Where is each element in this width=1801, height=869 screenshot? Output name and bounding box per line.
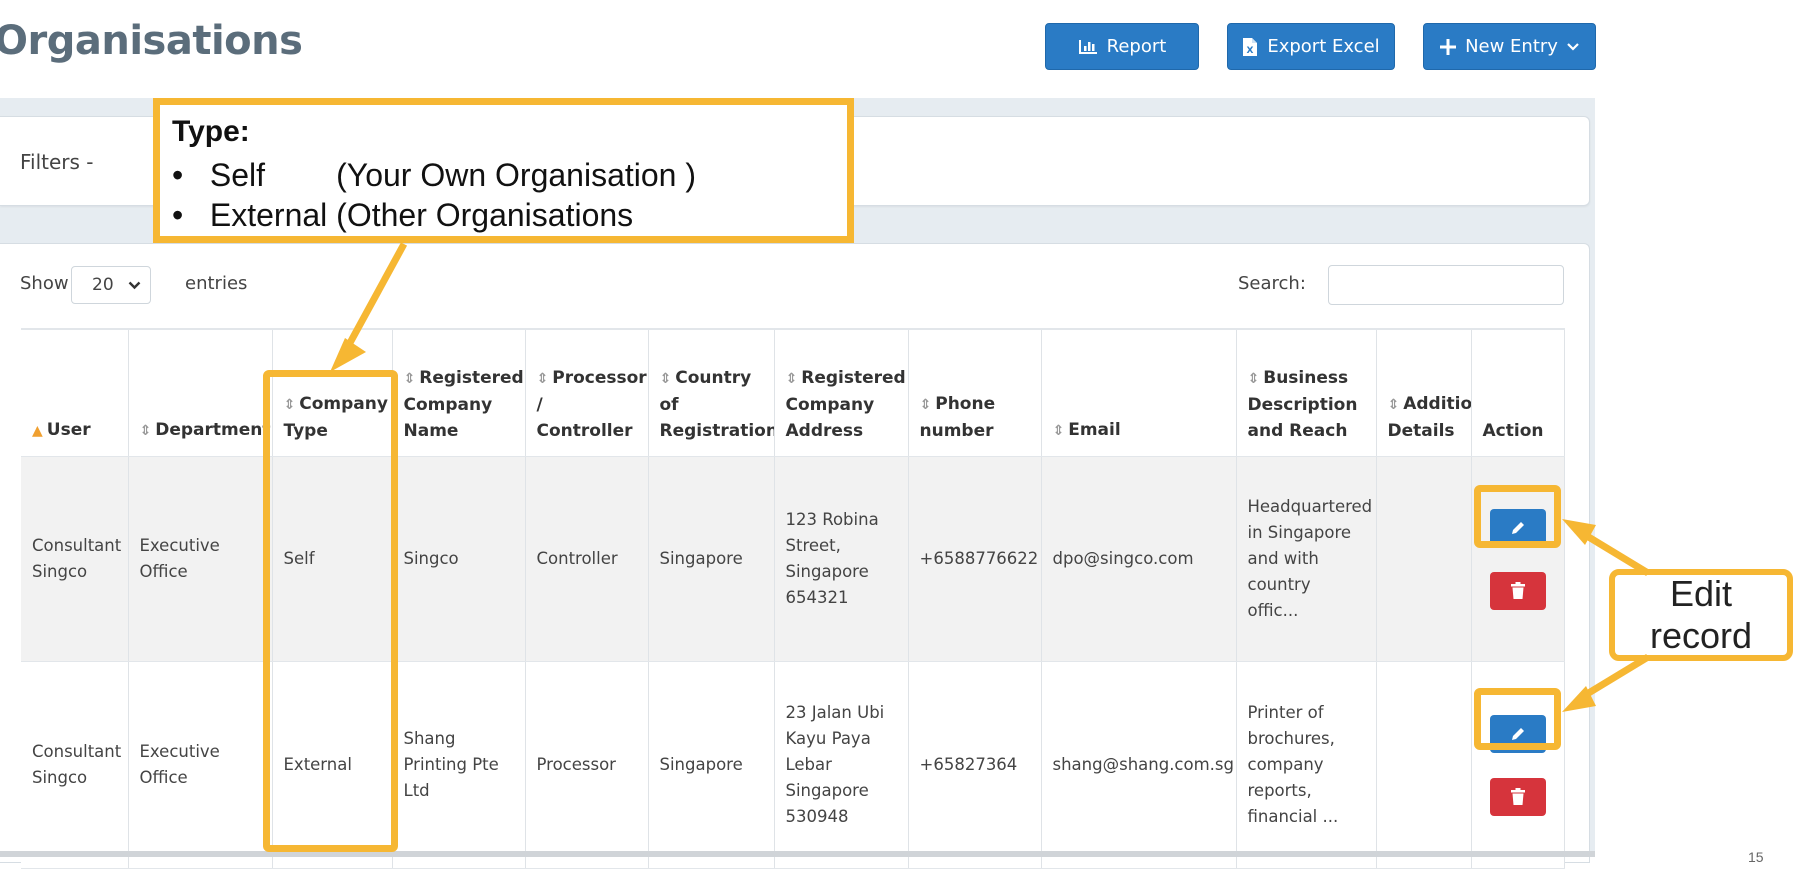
trash-icon xyxy=(1510,787,1525,805)
edit-highlight-row1 xyxy=(1474,485,1561,548)
cell-phone: +65827364 xyxy=(908,661,1042,869)
cell-business: Headquartered in Singapore and with coun… xyxy=(1236,456,1377,662)
cell-business: Printer of brochures, company reports, f… xyxy=(1236,661,1377,869)
column-header-user[interactable]: ▲ User xyxy=(21,328,129,457)
page-size-value: 20 xyxy=(92,275,114,295)
sort-icon: ⇕ xyxy=(659,371,672,387)
table-row: Consultant Singco Executive Office Exter… xyxy=(21,661,1565,869)
filters-toggle[interactable]: Filters - xyxy=(20,150,94,174)
cell-department: Executive Office xyxy=(128,661,273,869)
trash-icon xyxy=(1510,581,1525,599)
page-number: 15 xyxy=(1748,849,1764,865)
cell-role: Controller xyxy=(525,456,649,662)
cell-address: 123 Robina Street, Singapore 654321 xyxy=(774,456,909,662)
horizontal-scrollbar[interactable] xyxy=(0,851,1595,857)
page-title: Organisations xyxy=(0,18,303,64)
cell-email: shang@shang.com.sg xyxy=(1041,661,1237,869)
table-row: Consultant Singco Executive Office Self … xyxy=(21,456,1565,662)
sort-icon: ⇕ xyxy=(1052,423,1065,439)
sort-icon: ⇕ xyxy=(785,371,798,387)
column-header-phone[interactable]: ⇕ Phone number xyxy=(908,328,1042,457)
column-header-company-name[interactable]: ⇕ Registered Company Name xyxy=(392,328,526,457)
cell-company-name: Shang Printing Pte Ltd xyxy=(392,661,526,869)
sort-icon: ⇕ xyxy=(1387,397,1400,413)
delete-button[interactable] xyxy=(1489,777,1546,816)
page-size-select[interactable]: 20 xyxy=(71,266,151,304)
cell-company-name: Singco xyxy=(392,456,526,662)
callout-line-external: • External (Other Organisations xyxy=(172,197,634,233)
excel-file-icon: X xyxy=(1243,37,1258,56)
column-header-processor-controller[interactable]: ⇕ Processor / Controller xyxy=(525,328,649,457)
cell-address: 23 Jalan Ubi Kayu Paya Lebar Singapore 5… xyxy=(774,661,909,869)
export-excel-button[interactable]: X Export Excel xyxy=(1227,23,1395,70)
column-header-department[interactable]: ⇕ Department xyxy=(128,328,273,457)
chart-icon xyxy=(1078,39,1097,54)
company-type-callout: Type: • Self (Your Own Organisation ) • … xyxy=(153,98,854,243)
organisations-table: ▲ User ⇕ Department ⇕ Company Type ⇕ Registe… xyxy=(21,328,1565,869)
cell-phone: +6588776622 xyxy=(908,456,1042,662)
cell-department: Executive Office xyxy=(128,456,273,662)
cell-country: Singapore xyxy=(648,456,775,662)
search-label: Search: xyxy=(1238,273,1306,294)
column-header-email[interactable]: ⇕ Email xyxy=(1041,328,1237,457)
show-label: Show xyxy=(20,273,69,294)
edit-record-label: Edit record xyxy=(1649,573,1753,656)
cell-email: dpo@singco.com xyxy=(1041,456,1237,662)
sort-asc-icon: ▲ xyxy=(32,423,43,439)
new-entry-button-label: New Entry xyxy=(1465,36,1558,57)
cell-details xyxy=(1376,456,1472,662)
callout-line-self: • Self (Your Own Organisation ) xyxy=(172,157,697,193)
column-header-action: Action xyxy=(1471,328,1565,457)
column-header-details[interactable]: ⇕Additional Details xyxy=(1376,328,1472,457)
chevron-down-icon xyxy=(1567,42,1579,51)
column-header-address[interactable]: ⇕ Registered Company Address xyxy=(774,328,909,457)
search-input[interactable] xyxy=(1328,265,1564,305)
entries-label: entries xyxy=(185,273,248,294)
sort-icon: ⇕ xyxy=(1247,371,1260,387)
report-button-label: Report xyxy=(1106,36,1167,57)
callout-title: Type: xyxy=(172,115,250,148)
report-button[interactable]: Report xyxy=(1045,23,1199,70)
chevron-down-icon xyxy=(128,281,140,289)
sort-icon: ⇕ xyxy=(919,397,932,413)
column-header-business[interactable]: ⇕ Business Description and Reach xyxy=(1236,328,1377,457)
cell-user: Consultant Singco xyxy=(21,456,129,662)
table-header-row: ▲ User ⇕ Department ⇕ Company Type ⇕ Registe… xyxy=(21,328,1565,457)
delete-button[interactable] xyxy=(1489,571,1546,610)
edit-record-callout: Edit record xyxy=(1609,569,1793,661)
export-excel-button-label: Export Excel xyxy=(1267,36,1380,57)
new-entry-button[interactable]: New Entry xyxy=(1423,23,1596,70)
cell-details xyxy=(1376,661,1472,869)
edit-highlight-row2 xyxy=(1474,688,1561,750)
column-header-country[interactable]: ⇕ Country of Registration xyxy=(648,328,775,457)
cell-country: Singapore xyxy=(648,661,775,869)
sort-icon: ⇕ xyxy=(139,423,152,439)
company-type-highlight xyxy=(263,370,398,852)
cell-user: Consultant Singco xyxy=(21,661,129,869)
plus-icon xyxy=(1440,38,1457,55)
sort-icon: ⇕ xyxy=(403,371,416,387)
sort-icon: ⇕ xyxy=(536,371,549,387)
cell-role: Processor xyxy=(525,661,649,869)
svg-text:X: X xyxy=(1247,46,1254,56)
